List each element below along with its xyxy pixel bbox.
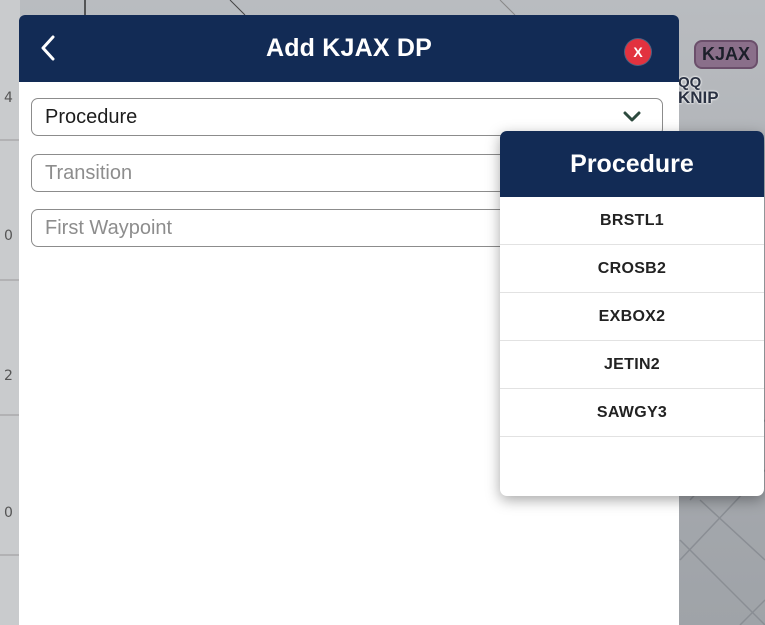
dropdown-option-crosb2[interactable]: CROSB2 [500,245,764,293]
map-axis-label: 0 [4,228,13,244]
dropdown-option-brstl1[interactable]: BRSTL1 [500,197,764,245]
back-button[interactable] [33,33,63,63]
dialog-header: Add KJAX DP X [19,15,679,82]
dropdown-option-jetin2[interactable]: JETIN2 [500,341,764,389]
dropdown-title: Procedure [500,131,764,197]
map-label-text: KNIP [678,88,719,107]
dropdown-option-exbox2[interactable]: EXBOX2 [500,293,764,341]
map-axis-label: 0 [4,505,13,521]
procedure-select-value: Procedure [45,105,138,128]
first-waypoint-placeholder: First Waypoint [45,216,173,239]
dialog-title: Add KJAX DP [265,34,433,62]
map-axis-label: 4 [4,90,13,106]
transition-placeholder: Transition [45,161,133,184]
chevron-down-icon [623,111,641,122]
map-airport-label-knip[interactable]: QQ KNIP [678,75,719,107]
map-airport-label-kjax[interactable]: KJAX [694,40,759,69]
close-button[interactable]: X [625,39,651,65]
map-axis-label: 2 [4,368,13,384]
close-icon: X [633,44,643,60]
chevron-left-icon [41,35,55,61]
dropdown-option-sawgy3[interactable]: SAWGY3 [500,389,764,437]
procedure-dropdown: Procedure BRSTL1 CROSB2 EXBOX2 JETIN2 SA… [500,131,764,496]
